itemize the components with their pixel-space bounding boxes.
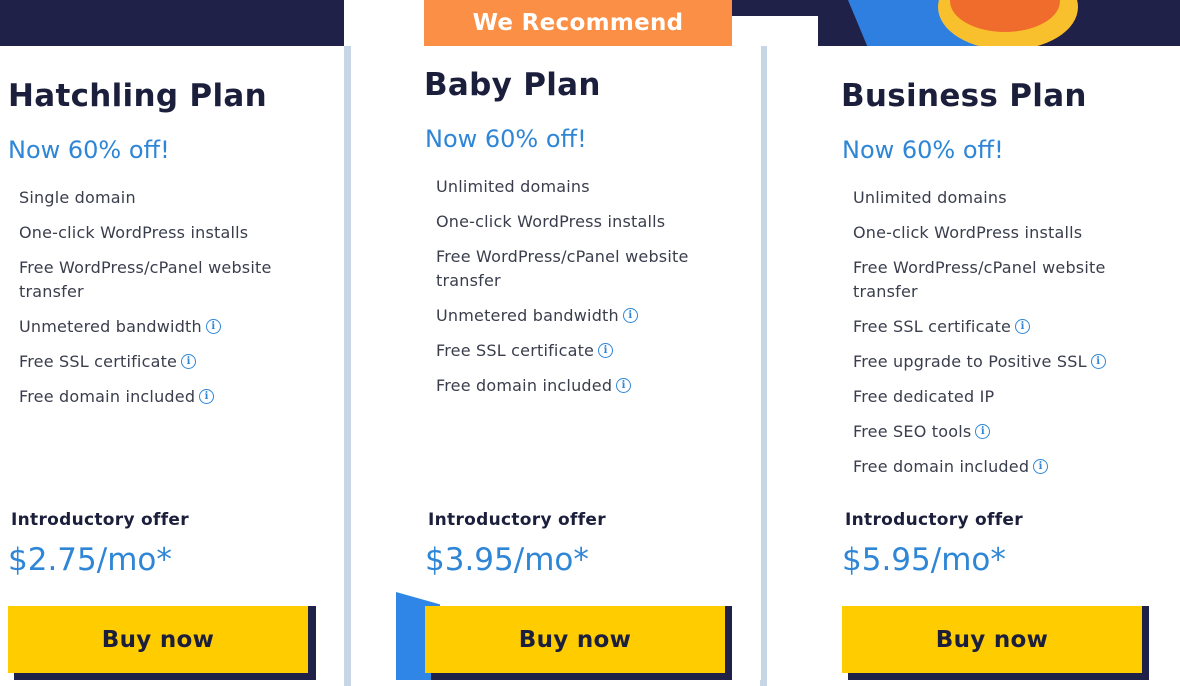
feature-item: Unlimited domains (853, 188, 1007, 207)
header-band-left (0, 0, 344, 46)
feature-item: One-click WordPress installs (853, 223, 1083, 242)
plan-price: $3.95/mo* (425, 542, 589, 578)
info-circle-icon[interactable]: i (199, 389, 215, 404)
card-separator (760, 46, 767, 686)
intro-offer-label: Introductory offer (428, 510, 606, 530)
info-circle-icon[interactable]: i (181, 354, 197, 369)
info-circle-icon[interactable]: i (205, 319, 221, 334)
feature-item: Free domain included i (853, 455, 1153, 479)
feature-list: Single domain One-click WordPress instal… (19, 186, 319, 420)
info-circle-icon[interactable]: i (1090, 354, 1106, 369)
feature-item: Free SSL certificate i (19, 350, 319, 374)
feature-item: Free domain included i (19, 385, 319, 409)
plan-promo: Now 60% off! (425, 125, 587, 153)
recommend-banner: We Recommend (424, 0, 732, 46)
feature-item: Free domain included i (436, 374, 736, 398)
feature-list: Unlimited domains One-click WordPress in… (853, 186, 1153, 490)
info-circle-icon[interactable]: i (616, 378, 632, 393)
info-circle-icon[interactable]: i (975, 424, 991, 439)
info-circle-icon[interactable]: i (1015, 319, 1031, 334)
info-circle-icon[interactable]: i (622, 308, 638, 323)
card-separator (344, 46, 351, 686)
plan-promo: Now 60% off! (8, 136, 170, 164)
plan-price: $2.75/mo* (8, 542, 172, 578)
buy-now-button[interactable]: Buy now (425, 606, 725, 673)
plan-title: Business Plan (841, 78, 1087, 114)
intro-offer-label: Introductory offer (845, 510, 1023, 530)
feature-item: One-click WordPress installs (436, 212, 666, 231)
feature-item: Free upgrade to Positive SSL i (853, 350, 1153, 374)
plan-title: Hatchling Plan (8, 78, 267, 114)
header-band-mid (730, 0, 818, 16)
feature-item: Single domain (19, 188, 136, 207)
buy-now-button[interactable]: Buy now (8, 606, 308, 673)
feature-item: Free SSL certificate i (436, 339, 736, 363)
feature-item: One-click WordPress installs (19, 223, 249, 242)
feature-item: Free WordPress/cPanel website transfer (853, 258, 1106, 301)
feature-item: Unmetered bandwidth i (19, 315, 319, 339)
info-circle-icon[interactable]: i (598, 343, 614, 358)
feature-item: Unmetered bandwidth i (436, 304, 736, 328)
feature-item: Free SSL certificate i (853, 315, 1153, 339)
feature-list: Unlimited domains One-click WordPress in… (436, 175, 736, 409)
buy-now-button[interactable]: Buy now (842, 606, 1142, 673)
plan-promo: Now 60% off! (842, 136, 1004, 164)
plan-title: Baby Plan (424, 67, 601, 103)
feature-item: Free dedicated IP (853, 387, 995, 406)
plan-price: $5.95/mo* (842, 542, 1006, 578)
intro-offer-label: Introductory offer (11, 510, 189, 530)
feature-item: Free WordPress/cPanel website transfer (19, 258, 272, 301)
feature-item: Unlimited domains (436, 177, 590, 196)
info-circle-icon[interactable]: i (1033, 459, 1049, 474)
feature-item: Free WordPress/cPanel website transfer (436, 247, 689, 290)
feature-item: Free SEO tools i (853, 420, 1153, 444)
